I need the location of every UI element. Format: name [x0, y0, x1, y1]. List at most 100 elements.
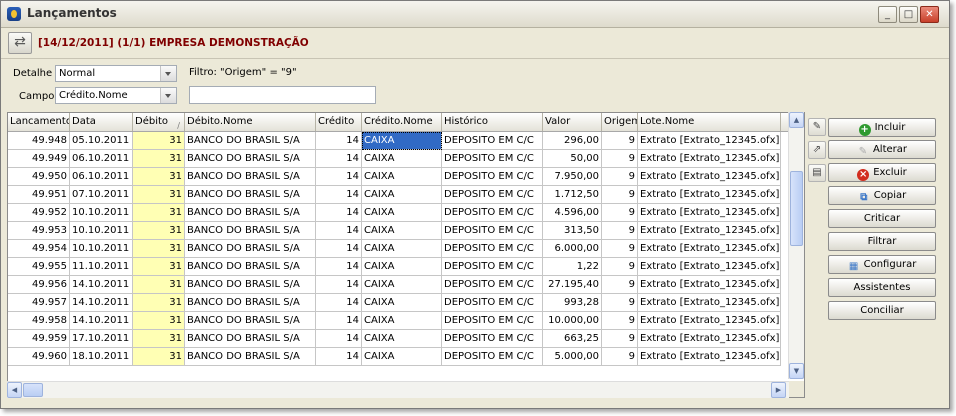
scroll-left-button[interactable]: ◀ [7, 382, 22, 398]
cell-lote-nome[interactable]: Extrato [Extrato_12345.ofx] [638, 258, 781, 276]
cell-origem[interactable]: 9 [602, 132, 638, 150]
cell-credito[interactable]: 14 [316, 186, 362, 204]
search-input[interactable] [189, 86, 376, 104]
cell-historico[interactable]: DEPOSITO EM C/C [442, 168, 543, 186]
cell-debito[interactable]: 31 [133, 168, 185, 186]
column-header-lancamento[interactable]: Lancamento [8, 113, 70, 131]
cell-historico[interactable]: DEPOSITO EM C/C [442, 276, 543, 294]
cell-debito[interactable]: 31 [133, 150, 185, 168]
cell-lancamento[interactable]: 49.954 [8, 240, 70, 258]
cell-data[interactable]: 06.10.2011 [70, 168, 133, 186]
cell-debito[interactable]: 31 [133, 312, 185, 330]
cell-credito-nome[interactable]: CAIXA [362, 150, 442, 168]
table-row[interactable]: 49.959 17.10.2011 31 BANCO DO BRASIL S/A 14 C… [8, 330, 804, 348]
cell-data[interactable]: 17.10.2011 [70, 330, 133, 348]
chevron-down-icon[interactable] [160, 66, 176, 81]
cell-data[interactable]: 14.10.2011 [70, 276, 133, 294]
cell-valor[interactable]: 993,28 [543, 294, 602, 312]
cell-origem[interactable]: 9 [602, 258, 638, 276]
cell-historico[interactable]: DEPOSITO EM C/C [442, 348, 543, 366]
detalhe-select[interactable]: Normal [55, 65, 177, 82]
cell-debito[interactable]: 31 [133, 348, 185, 366]
cell-credito[interactable]: 14 [316, 330, 362, 348]
cell-lancamento[interactable]: 49.960 [8, 348, 70, 366]
table-row[interactable]: 49.951 07.10.2011 31 BANCO DO BRASIL S/A 14 C… [8, 186, 804, 204]
cell-credito[interactable]: 14 [316, 276, 362, 294]
scroll-up-button[interactable]: ▲ [789, 112, 804, 128]
horizontal-scrollbar[interactable]: ◀ ▶ [7, 381, 789, 398]
cell-lote-nome[interactable]: Extrato [Extrato_12345.ofx] [638, 204, 781, 222]
cell-data[interactable]: 07.10.2011 [70, 186, 133, 204]
scroll-thumb[interactable] [790, 171, 803, 246]
cell-debito-nome[interactable]: BANCO DO BRASIL S/A [185, 312, 316, 330]
copiar-button[interactable]: ⧉ Copiar [828, 186, 936, 205]
table-row[interactable]: 49.949 06.10.2011 31 BANCO DO BRASIL S/A 14 C… [8, 150, 804, 168]
campo-select[interactable]: Crédito.Nome [55, 87, 177, 104]
cell-lote-nome[interactable]: Extrato [Extrato_12345.ofx] [638, 132, 781, 150]
table-row[interactable]: 49.952 10.10.2011 31 BANCO DO BRASIL S/A 14 C… [8, 204, 804, 222]
column-header-historico[interactable]: Histórico [442, 113, 543, 131]
swap-company-icon[interactable]: ⇄ [8, 32, 32, 54]
column-header-credito[interactable]: Crédito [316, 113, 362, 131]
cell-valor[interactable]: 313,50 [543, 222, 602, 240]
table-row[interactable]: 49.950 06.10.2011 31 BANCO DO BRASIL S/A 14 C… [8, 168, 804, 186]
cell-credito-nome[interactable]: CAIXA [362, 258, 442, 276]
cell-valor[interactable]: 50,00 [543, 150, 602, 168]
cell-lote-nome[interactable]: Extrato [Extrato_12345.ofx] [638, 168, 781, 186]
cell-lancamento[interactable]: 49.950 [8, 168, 70, 186]
cell-lancamento[interactable]: 49.956 [8, 276, 70, 294]
cell-origem[interactable]: 9 [602, 312, 638, 330]
cell-lancamento[interactable]: 49.955 [8, 258, 70, 276]
cell-origem[interactable]: 9 [602, 222, 638, 240]
cell-credito[interactable]: 14 [316, 150, 362, 168]
cell-debito[interactable]: 31 [133, 240, 185, 258]
cell-valor[interactable]: 6.000,00 [543, 240, 602, 258]
cell-valor[interactable]: 7.950,00 [543, 168, 602, 186]
cell-lancamento[interactable]: 49.959 [8, 330, 70, 348]
cell-origem[interactable]: 9 [602, 276, 638, 294]
cell-origem[interactable]: 9 [602, 150, 638, 168]
cell-credito-nome[interactable]: CAIXA [362, 186, 442, 204]
column-header-credito-nome[interactable]: Crédito.Nome [362, 113, 442, 131]
print-icon[interactable]: ▤ [808, 164, 826, 182]
cell-debito-nome[interactable]: BANCO DO BRASIL S/A [185, 186, 316, 204]
cell-lote-nome[interactable]: Extrato [Extrato_12345.ofx] [638, 222, 781, 240]
cell-origem[interactable]: 9 [602, 168, 638, 186]
criticar-button[interactable]: Criticar [828, 209, 936, 228]
cell-historico[interactable]: DEPOSITO EM C/C [442, 294, 543, 312]
cell-historico[interactable]: DEPOSITO EM C/C [442, 186, 543, 204]
cell-debito-nome[interactable]: BANCO DO BRASIL S/A [185, 348, 316, 366]
cell-historico[interactable]: DEPOSITO EM C/C [442, 132, 543, 150]
cell-valor[interactable]: 663,25 [543, 330, 602, 348]
cell-credito-nome[interactable]: CAIXA [362, 204, 442, 222]
table-row[interactable]: 49.960 18.10.2011 31 BANCO DO BRASIL S/A 14 C… [8, 348, 804, 366]
cell-data[interactable]: 05.10.2011 [70, 132, 133, 150]
cell-credito-nome[interactable]: CAIXA [362, 294, 442, 312]
cell-debito-nome[interactable]: BANCO DO BRASIL S/A [185, 222, 316, 240]
cell-lote-nome[interactable]: Extrato [Extrato_12345.ofx] [638, 276, 781, 294]
cell-historico[interactable]: DEPOSITO EM C/C [442, 150, 543, 168]
cell-credito-nome[interactable]: CAIXA [362, 240, 442, 258]
close-button[interactable]: ✕ [920, 6, 939, 23]
cell-debito[interactable]: 31 [133, 132, 185, 150]
cell-credito[interactable]: 14 [316, 240, 362, 258]
excluir-button[interactable]: × Excluir [828, 163, 936, 182]
cell-debito-nome[interactable]: BANCO DO BRASIL S/A [185, 168, 316, 186]
cell-historico[interactable]: DEPOSITO EM C/C [442, 222, 543, 240]
cell-lancamento[interactable]: 49.957 [8, 294, 70, 312]
column-header-valor[interactable]: Valor [543, 113, 602, 131]
table-row[interactable]: 49.958 14.10.2011 31 BANCO DO BRASIL S/A 14 C… [8, 312, 804, 330]
cell-debito[interactable]: 31 [133, 258, 185, 276]
cell-origem[interactable]: 9 [602, 240, 638, 258]
column-header-origem[interactable]: Origem [602, 113, 638, 131]
column-header-debito[interactable]: Débito ∕ [133, 113, 185, 131]
cell-debito[interactable]: 31 [133, 186, 185, 204]
lancamentos-grid[interactable]: Lancamento Data Débito ∕ Débito.Nome Crédito C… [7, 112, 805, 398]
cell-lote-nome[interactable]: Extrato [Extrato_12345.ofx] [638, 330, 781, 348]
cell-debito[interactable]: 31 [133, 276, 185, 294]
cell-credito-nome[interactable]: CAIXA [362, 276, 442, 294]
hscroll-thumb[interactable] [23, 383, 43, 397]
cell-credito-nome[interactable]: CAIXA [362, 348, 442, 366]
vertical-scrollbar[interactable]: ▲ ▼ [788, 112, 804, 379]
table-row[interactable]: 49.957 14.10.2011 31 BANCO DO BRASIL S/A 14 C… [8, 294, 804, 312]
